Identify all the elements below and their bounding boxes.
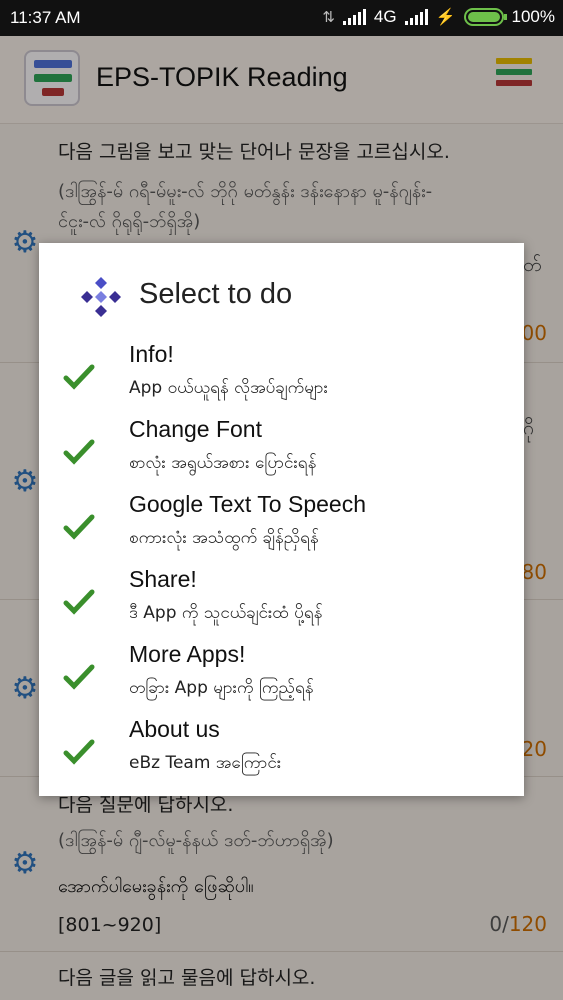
option-subtitle: စကားလုံး အသံထွက် ချိန်ညှိရန် (129, 528, 319, 548)
option-subtitle: ဒီ App ကို သူငယ်ချင်းထံ ပို့ရန် (129, 603, 323, 623)
status-icons: ⇅ 4G ⚡ 100% (322, 7, 555, 27)
option-label: More Apps! (129, 641, 246, 667)
diamond-cluster-icon (81, 277, 121, 317)
option-label: Info! (129, 341, 174, 367)
select-dialog: Select to do Info! App ဝယ်ယူရန် လိုအပ်ချ… (39, 243, 524, 796)
option-subtitle: တခြား App များကို ကြည့်ရန် (129, 678, 314, 698)
option-label: Google Text To Speech (129, 491, 366, 517)
option-subtitle: eBz Team အကြောင်း (129, 753, 282, 773)
option-subtitle: App ဝယ်ယူရန် လိုအပ်ချက်များ (129, 378, 328, 398)
option-text-to-speech[interactable]: Google Text To Speech စကားလုံး အသံထွက် ခ… (39, 491, 524, 565)
status-time: 11:37 AM (10, 8, 81, 27)
charging-icon: ⚡ (435, 9, 456, 26)
data-transfer-icon: ⇅ (322, 9, 335, 26)
option-about-us[interactable]: About us eBz Team အကြောင်း (39, 716, 524, 790)
status-bar: 11:37 AM ⇅ 4G ⚡ 100% (0, 0, 563, 36)
option-more-apps[interactable]: More Apps! တခြား App များကို ကြည့်ရန် (39, 641, 524, 715)
check-icon (63, 439, 95, 465)
network-type: 4G (373, 7, 397, 26)
battery-percent: 100% (511, 7, 555, 26)
option-change-font[interactable]: Change Font စာလုံး အရွယ်အစား ပြောင်းရန် (39, 416, 524, 490)
battery-icon (463, 8, 507, 26)
option-label: Change Font (129, 416, 262, 442)
check-icon (63, 589, 95, 615)
signal-icon-2 (404, 9, 428, 25)
option-info[interactable]: Info! App ဝယ်ယူရန် လိုအပ်ချက်များ (39, 341, 524, 415)
dialog-title: Select to do (139, 278, 293, 310)
check-icon (63, 364, 95, 390)
check-icon (63, 664, 95, 690)
option-share[interactable]: Share! ဒီ App ကို သူငယ်ချင်းထံ ပို့ရန် (39, 566, 524, 640)
signal-icon (342, 9, 366, 25)
check-icon (63, 739, 95, 765)
option-label: Share! (129, 566, 197, 592)
option-subtitle: စာလုံး အရွယ်အစား ပြောင်းရန် (129, 453, 317, 473)
option-label: About us (129, 716, 220, 742)
check-icon (63, 514, 95, 540)
